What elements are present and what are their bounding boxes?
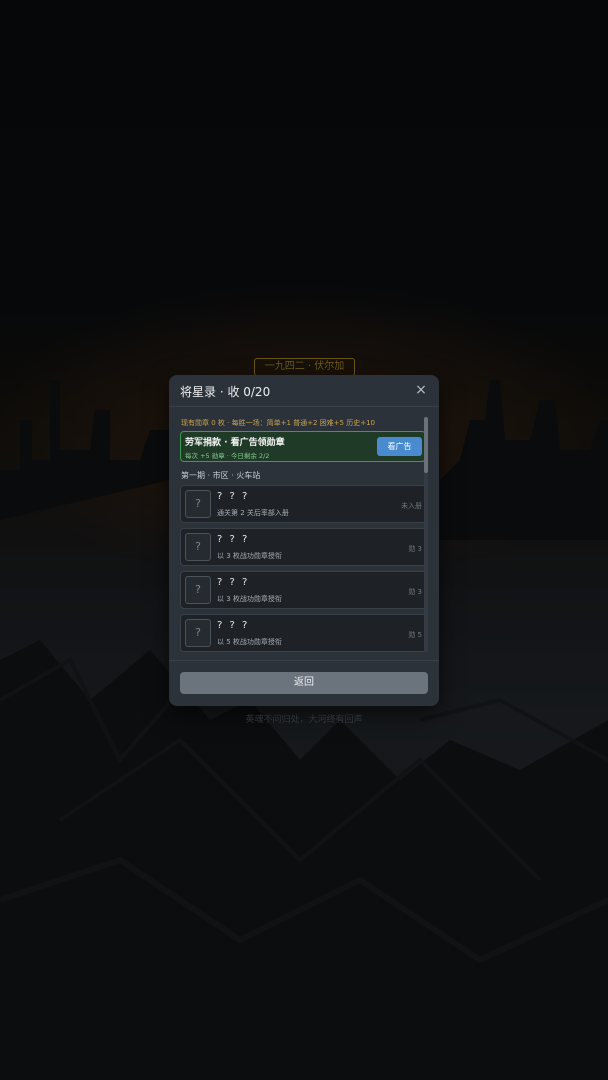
ad-reward-panel: 劳军捐款 · 看广告领勋章 每次 +5 勋章 · 今日剩余 2/2 看广告: [180, 431, 426, 462]
locked-portrait-icon: ?: [185, 619, 211, 647]
watch-ad-button[interactable]: 看广告: [377, 437, 422, 456]
section-title: 第一期 · 市区 · 火车站: [181, 471, 261, 480]
locked-portrait-icon: ?: [185, 490, 211, 518]
close-icon[interactable]: ×: [413, 382, 429, 398]
scrollbar-thumb[interactable]: [424, 417, 428, 473]
general-roster-dialog: 将星录 · 收 0/20 × 现有勋章 0 枚 · 每胜一场：简单+1 普通+2…: [169, 375, 439, 706]
entry-name: ? ? ?: [217, 534, 250, 545]
entry-status: 勋 5: [408, 631, 422, 639]
list-item[interactable]: ? ? ? ? 以 3 枚战功勋章授衔 勋 3: [180, 571, 427, 609]
entry-description: 以 3 枚战功勋章授衔: [217, 595, 282, 603]
entry-description: 以 5 枚战功勋章授衔: [217, 638, 282, 646]
locked-portrait-icon: ?: [185, 576, 211, 604]
header-divider: [169, 406, 439, 407]
entry-description: 通关第 2 关后率部入册: [217, 509, 289, 517]
tagline-text: 英魂不问归处，大河终有回声: [245, 715, 363, 725]
locked-portrait-icon: ?: [185, 533, 211, 561]
era-banner: 一九四二 · 伏尔加: [254, 358, 355, 376]
list-scrollbar[interactable]: [424, 417, 428, 652]
general-list[interactable]: ? ? ? ? 通关第 2 关后率部入册 未入册 ? ? ? ? 以 3 枚战功…: [180, 485, 427, 652]
entry-status: 勋 3: [408, 545, 422, 553]
ad-title: 劳军捐款 · 看广告领勋章: [185, 438, 285, 448]
entry-status: 勋 3: [408, 588, 422, 596]
entry-description: 以 3 枚战功勋章授衔: [217, 552, 282, 560]
entry-name: ? ? ?: [217, 577, 250, 588]
entry-status: 未入册: [401, 502, 422, 510]
ad-subtitle: 每次 +5 勋章 · 今日剩余 2/2: [185, 452, 270, 460]
list-item[interactable]: ? ? ? ? 通关第 2 关后率部入册 未入册: [180, 485, 427, 523]
list-item[interactable]: ? ? ? ? 以 5 枚战功勋章授衔 勋 5: [180, 614, 427, 652]
entry-name: ? ? ?: [217, 491, 250, 502]
list-item[interactable]: ? ? ? ? 以 3 枚战功勋章授衔 勋 3: [180, 528, 427, 566]
footer-divider: [169, 660, 439, 661]
dialog-title: 将星录 · 收 0/20: [180, 385, 271, 399]
medal-info-text: 现有勋章 0 枚 · 每胜一场：简单+1 普通+2 困难+5 历史+10: [181, 419, 375, 427]
entry-name: ? ? ?: [217, 620, 250, 631]
back-button[interactable]: 返回: [180, 672, 428, 694]
